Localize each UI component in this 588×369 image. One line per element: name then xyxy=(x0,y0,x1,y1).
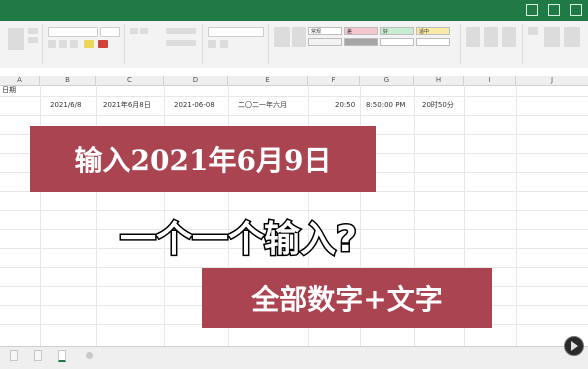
cells-group xyxy=(462,24,523,64)
wrap-text-button[interactable] xyxy=(166,28,196,34)
insert-cells-button[interactable] xyxy=(466,27,480,47)
underline-icon[interactable] xyxy=(70,40,78,48)
styles-group: 常规 差 好 适中 xyxy=(270,24,461,64)
title-bar xyxy=(0,0,588,21)
align-middle-icon[interactable] xyxy=(140,28,148,34)
cut-icon[interactable] xyxy=(28,28,38,34)
column-header-I[interactable]: I xyxy=(464,76,516,85)
alignment-group xyxy=(126,24,203,64)
cell-B2[interactable]: 2021/6/8 xyxy=(50,101,81,110)
cell-G2[interactable]: 8:50:00 PM xyxy=(366,101,405,110)
column-header-A[interactable]: A xyxy=(0,76,40,85)
column-header-H[interactable]: H xyxy=(414,76,464,85)
conditional-format-button[interactable] xyxy=(274,27,290,47)
style-warn[interactable] xyxy=(416,38,450,46)
style-calc[interactable] xyxy=(308,38,342,46)
format-table-button[interactable] xyxy=(292,27,306,47)
style-normal[interactable]: 常规 xyxy=(308,27,342,35)
copy-icon[interactable] xyxy=(28,37,38,43)
format-cells-button[interactable] xyxy=(502,27,516,47)
editing-group xyxy=(524,24,586,64)
paste-icon[interactable] xyxy=(8,28,24,50)
bold-icon[interactable] xyxy=(48,40,56,48)
window-controls xyxy=(526,4,582,16)
fill-color-icon[interactable] xyxy=(84,40,94,48)
font-color-icon[interactable] xyxy=(98,40,108,48)
column-header-E[interactable]: E xyxy=(228,76,308,85)
column-header-F[interactable]: F xyxy=(308,76,360,85)
font-group xyxy=(44,24,125,64)
cell-E2[interactable]: 二〇二一年六月 xyxy=(238,101,287,110)
cell-D2[interactable]: 2021-06-08 xyxy=(174,101,215,110)
cell-H2[interactable]: 20时50分 xyxy=(422,101,454,110)
column-header-B[interactable]: B xyxy=(40,76,96,85)
close-icon[interactable] xyxy=(570,4,582,16)
sort-filter-button[interactable] xyxy=(544,27,560,47)
find-select-button[interactable] xyxy=(564,27,580,47)
delete-cells-button[interactable] xyxy=(484,27,498,47)
style-neutral[interactable]: 适中 xyxy=(416,27,450,35)
cell-F2[interactable]: 20:50 xyxy=(335,101,355,110)
italic-icon[interactable] xyxy=(59,40,67,48)
percent-icon[interactable] xyxy=(208,40,216,48)
minimize-icon[interactable] xyxy=(526,4,538,16)
column-header-D[interactable]: D xyxy=(164,76,228,85)
caption-one-by-one: 一个一个输入? xyxy=(119,218,359,262)
style-explain[interactable] xyxy=(380,38,414,46)
number-format-select[interactable] xyxy=(208,27,264,37)
style-good[interactable]: 好 xyxy=(380,27,414,35)
comma-icon[interactable] xyxy=(220,40,228,48)
number-group xyxy=(204,24,269,64)
sheet-tab-2[interactable] xyxy=(34,350,42,361)
merge-center-button[interactable] xyxy=(166,40,196,46)
cell-A1[interactable]: 日期 xyxy=(2,86,16,95)
column-header-J[interactable]: J xyxy=(516,76,588,85)
font-family-select[interactable] xyxy=(48,27,98,37)
sheet-tab-3[interactable] xyxy=(58,350,66,362)
column-header-G[interactable]: G xyxy=(360,76,414,85)
add-sheet-icon[interactable] xyxy=(86,352,93,359)
font-size-select[interactable] xyxy=(100,27,120,37)
ribbon: 常规 差 好 适中 xyxy=(0,21,588,69)
play-icon[interactable] xyxy=(564,336,584,356)
maximize-icon[interactable] xyxy=(548,4,560,16)
banner-input-date: 输入2021年6月9日 xyxy=(30,126,376,192)
clipboard-group xyxy=(2,24,43,64)
style-bad[interactable]: 差 xyxy=(344,27,378,35)
style-check[interactable] xyxy=(344,38,378,46)
banner-all-digits-text: 全部数字+文字 xyxy=(202,268,492,328)
align-top-icon[interactable] xyxy=(130,28,138,34)
sheet-tab-1[interactable] xyxy=(10,350,18,361)
sheet-tab-bar xyxy=(0,346,588,369)
cell-C2[interactable]: 2021年6月8日 xyxy=(103,101,151,110)
column-header-C[interactable]: C xyxy=(96,76,164,85)
autosum-icon[interactable] xyxy=(528,27,538,35)
